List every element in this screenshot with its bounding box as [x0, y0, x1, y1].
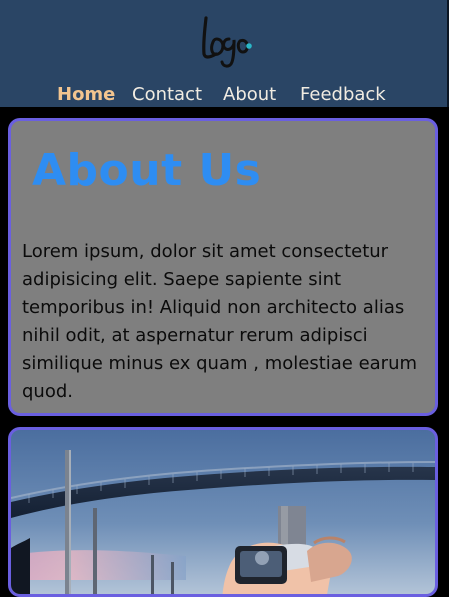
nav-contact-link[interactable]: Contact	[132, 84, 202, 106]
logo[interactable]	[192, 8, 256, 70]
nav-about-link[interactable]: About	[223, 84, 276, 106]
overpass-photo	[11, 430, 435, 594]
nav-feedback-link[interactable]: Feedback	[300, 84, 386, 106]
about-title: About Us	[32, 145, 262, 196]
photo-card	[8, 427, 438, 597]
nav-home-link[interactable]: Home	[57, 84, 115, 106]
about-paragraph: Lorem ipsum, dolor sit amet consectetur …	[22, 241, 418, 402]
site-header: Home Contact About Feedback	[0, 0, 449, 107]
about-card: About Us Lorem ipsum, dolor sit amet con…	[8, 118, 438, 416]
logo-icon	[202, 16, 252, 68]
